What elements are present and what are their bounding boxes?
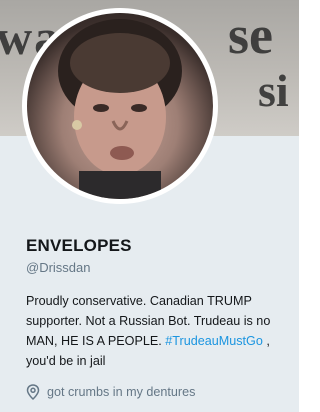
profile-location: got crumbs in my dentures	[26, 384, 196, 401]
avatar[interactable]	[22, 8, 218, 204]
map-pin-icon	[26, 384, 40, 401]
user-handle[interactable]: @Drissdan	[26, 260, 91, 275]
banner-text: se	[228, 5, 273, 65]
avatar-photo	[27, 13, 213, 199]
location-text: got crumbs in my dentures	[47, 385, 196, 399]
avatar-portrait	[58, 19, 182, 199]
display-name: ENVELOPES	[26, 236, 132, 255]
profile-bio: Proudly conservative. Canadian TRUMP sup…	[26, 291, 288, 371]
banner-text: si	[258, 65, 289, 116]
bio-hashtag-link[interactable]: #TrudeauMustGo	[165, 334, 263, 348]
